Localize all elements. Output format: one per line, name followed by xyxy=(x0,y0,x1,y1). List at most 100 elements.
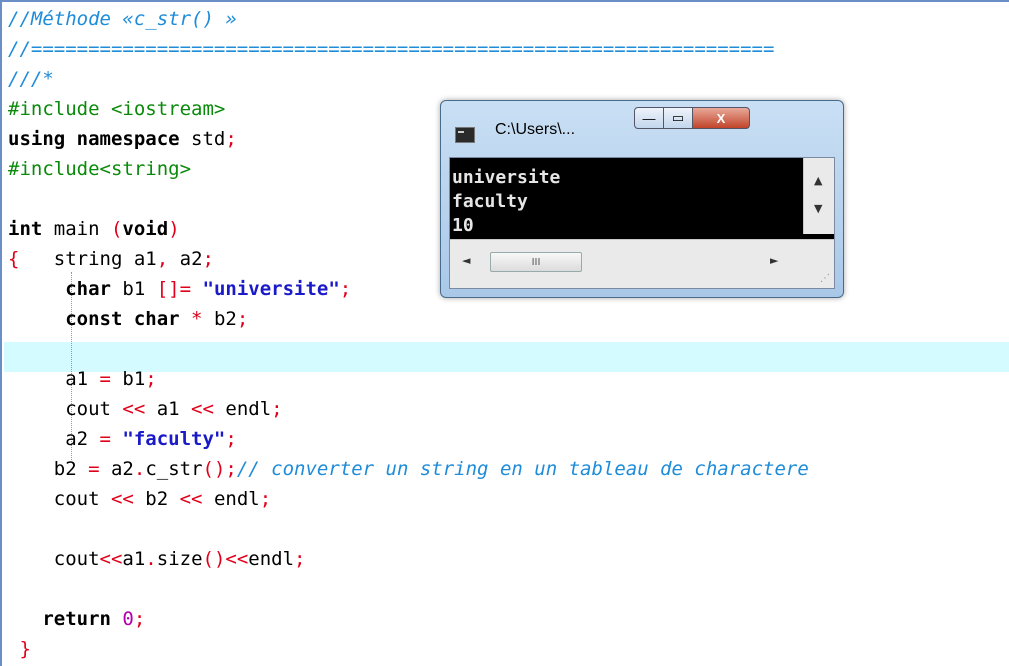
code-token: cout xyxy=(8,398,123,420)
code-line[interactable]: using namespace std; xyxy=(8,124,237,154)
code-token: cout xyxy=(8,548,100,570)
code-token: b2 xyxy=(133,488,180,510)
code-token: using namespace xyxy=(8,128,180,150)
code-token: << xyxy=(99,548,123,570)
code-token: << xyxy=(191,398,214,420)
code-token: b2 xyxy=(202,308,237,330)
code-line[interactable]: //Méthode «c_str() » xyxy=(8,4,237,34)
code-line[interactable]: cout<<a1.size()<<endl; xyxy=(8,544,306,574)
code-token: return xyxy=(42,608,111,630)
minimize-button[interactable]: — xyxy=(634,107,664,129)
code-token: //======================================… xyxy=(8,38,775,60)
code-token: // converter un string en un tableau de … xyxy=(236,458,809,480)
console-window[interactable]: C:\Users\... — ▭ X universite faculty 10… xyxy=(440,100,844,298)
console-output-line: faculty xyxy=(452,191,528,212)
code-token: = xyxy=(99,368,111,390)
code-line[interactable]: b2 = a2.c_str();// converter un string e… xyxy=(8,454,809,484)
code-token: ; xyxy=(339,278,352,300)
code-token: #include <iostream> xyxy=(8,98,226,120)
code-token: ; xyxy=(225,128,237,150)
code-token: << xyxy=(122,398,146,420)
horizontal-scrollbar[interactable]: ◄ III ► ⋰ xyxy=(450,239,834,288)
code-token: char xyxy=(65,278,111,300)
code-token: int xyxy=(8,218,43,240)
code-line[interactable]: } xyxy=(8,634,31,664)
code-line[interactable]: cout << b2 << endl; xyxy=(8,484,271,514)
code-token: //Méthode «c_str() » xyxy=(8,8,237,30)
code-token: c_str xyxy=(145,458,203,480)
code-token: = xyxy=(88,458,100,480)
vertical-scrollbar[interactable]: ▲ ▼ xyxy=(803,158,834,234)
code-token: endl xyxy=(202,488,260,510)
code-token: b2 xyxy=(8,458,89,480)
code-token: b1 xyxy=(110,278,157,300)
scroll-right-icon[interactable]: ► xyxy=(770,254,778,267)
code-line[interactable]: //======================================… xyxy=(8,34,774,64)
code-token: "faculty" xyxy=(122,428,226,450)
code-token: ; xyxy=(145,368,157,390)
code-token: << xyxy=(179,488,203,510)
code-token: << xyxy=(110,488,134,510)
code-token: main xyxy=(42,218,111,240)
code-token: a1 xyxy=(8,368,100,390)
code-token: (); xyxy=(202,458,237,480)
horizontal-scroll-thumb[interactable]: III xyxy=(490,252,582,272)
code-line[interactable]: #include <iostream> xyxy=(8,94,225,124)
console-output-line: universite xyxy=(452,167,561,188)
code-line[interactable]: return 0; xyxy=(8,604,145,634)
close-button[interactable]: X xyxy=(692,107,750,129)
code-line[interactable]: a2 = "faculty"; xyxy=(8,424,237,454)
code-token: ; xyxy=(133,608,146,630)
code-line[interactable]: cout << a1 << endl; xyxy=(8,394,283,424)
console-output: universite faculty 10 xyxy=(450,166,796,238)
code-line[interactable]: const char * b2; xyxy=(8,304,248,334)
resize-grip-icon[interactable]: ⋰ xyxy=(820,273,830,284)
code-token: , xyxy=(156,248,169,270)
code-token: ; xyxy=(225,428,237,450)
code-token: ; xyxy=(271,398,283,420)
code-token: ; xyxy=(202,248,214,270)
code-line[interactable]: ///* xyxy=(8,64,54,94)
code-token: std xyxy=(179,128,226,150)
console-titlebar[interactable]: C:\Users\... — ▭ X xyxy=(441,101,843,155)
scroll-down-icon[interactable]: ▼ xyxy=(814,202,822,215)
console-app-icon xyxy=(455,127,475,143)
code-token: a2 xyxy=(168,248,203,270)
scroll-left-icon[interactable]: ◄ xyxy=(462,254,470,267)
code-token: string a1 xyxy=(19,248,157,270)
code-token: ()<< xyxy=(202,548,249,570)
code-token: #include<string> xyxy=(8,158,192,180)
code-line[interactable]: #include<string> xyxy=(8,154,191,184)
code-token: . xyxy=(133,458,146,480)
code-token: * xyxy=(191,308,203,330)
code-token: a2 xyxy=(8,428,100,450)
code-token: ; xyxy=(294,548,306,570)
code-token: ; xyxy=(236,308,249,330)
code-token: ///* xyxy=(8,68,54,90)
code-token: []= xyxy=(156,278,192,300)
code-token: cout xyxy=(8,488,111,510)
code-token: 0 xyxy=(122,608,134,630)
code-token: = xyxy=(99,428,111,450)
code-token: a1 xyxy=(145,398,192,420)
code-token: endl xyxy=(213,398,272,420)
code-token: { xyxy=(8,248,20,270)
code-token: endl xyxy=(248,548,295,570)
code-line[interactable]: int main (void) xyxy=(8,214,180,244)
code-token: void xyxy=(122,218,169,240)
code-token: } xyxy=(19,638,31,660)
scroll-up-icon[interactable]: ▲ xyxy=(814,174,822,187)
code-line[interactable]: { string a1, a2; xyxy=(8,244,214,274)
console-output-area[interactable]: universite faculty 10 ▲ ▼ ◄ III ► ⋰ xyxy=(449,157,835,289)
code-line[interactable]: a1 = b1; xyxy=(8,364,157,394)
code-line[interactable]: char b1 []= "universite"; xyxy=(8,274,351,304)
code-token: ; xyxy=(259,488,272,510)
code-token: "universite" xyxy=(202,278,340,300)
maximize-button[interactable]: ▭ xyxy=(663,107,693,129)
code-token: ) xyxy=(168,218,180,240)
